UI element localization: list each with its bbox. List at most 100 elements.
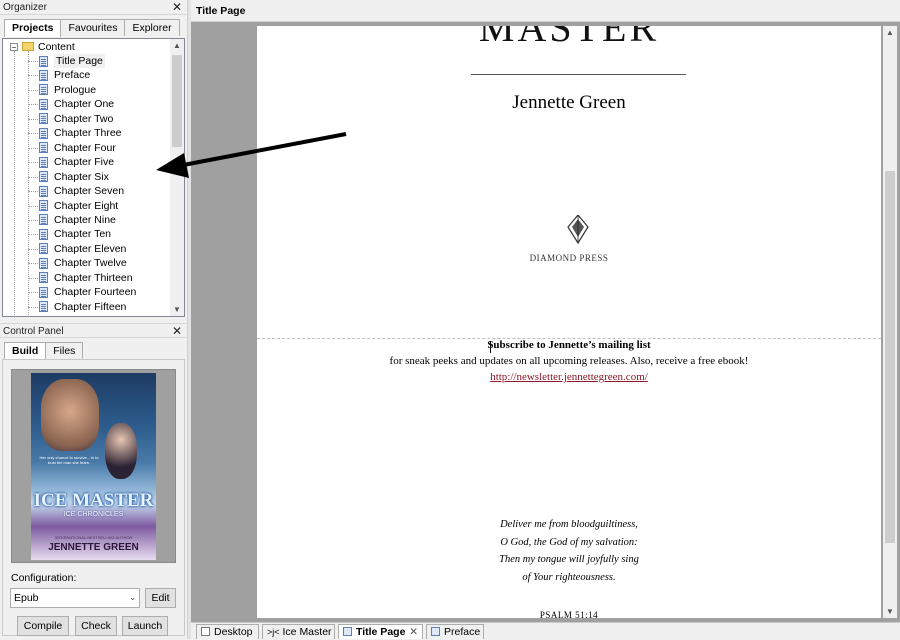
- tree-item[interactable]: Chapter Ten: [54, 227, 111, 241]
- scroll-down-icon[interactable]: ▼: [173, 305, 181, 314]
- tree-item[interactable]: Chapter Fifteen: [54, 300, 126, 314]
- tree-item[interactable]: Title Page: [54, 54, 105, 68]
- document-icon: [39, 228, 48, 240]
- tree-item[interactable]: Prologue: [54, 83, 96, 97]
- tree-scroll-thumb[interactable]: [172, 55, 182, 147]
- tree-item[interactable]: Chapter Three: [54, 126, 122, 140]
- title-divider: [471, 74, 686, 75]
- text-cursor: [490, 341, 491, 353]
- tree-item[interactable]: Chapter Sixteen: [54, 314, 129, 316]
- tree-branch-line: [28, 61, 38, 62]
- cover-tagline: Her only chance to survive... is to trus…: [39, 455, 99, 465]
- cover-byline: INTERNATIONAL BESTSELLING AUTHOR: [54, 535, 133, 540]
- tree-item[interactable]: Chapter Five: [54, 155, 114, 169]
- tree-branch-line: [28, 205, 38, 207]
- tab-files[interactable]: Files: [45, 342, 84, 359]
- tree-item[interactable]: Chapter Six: [54, 170, 109, 184]
- document-icon: [39, 214, 48, 226]
- tree-item[interactable]: Chapter Thirteen: [54, 271, 133, 285]
- verse-line: O God, the God of my salvation:: [500, 536, 638, 548]
- organizer-title: Organizer: [3, 2, 47, 13]
- subscribe-text: for sneak peeks and updates on all upcom…: [389, 355, 749, 367]
- tree-branch-line: [28, 191, 38, 193]
- cover-hero-figure: [41, 379, 99, 451]
- document-page[interactable]: MASTER Jennette Green DIAMOND PRESS Subs…: [257, 26, 881, 618]
- control-panel-title: Control Panel: [3, 326, 64, 337]
- tree-branch-line: [28, 292, 38, 294]
- document-icon: [39, 156, 48, 168]
- document-icon: [39, 286, 48, 298]
- control-panel-title-bar: Control Panel ✕: [0, 323, 186, 338]
- tree-item[interactable]: Chapter Seven: [54, 184, 124, 198]
- tree-branch-line: [28, 118, 38, 120]
- tree-branch-line: [28, 234, 38, 236]
- scroll-up-icon[interactable]: ▲: [173, 41, 181, 50]
- author-name: Jennette Green: [512, 92, 626, 113]
- editor-header: Title Page: [191, 0, 900, 22]
- tab-build[interactable]: Build: [4, 342, 47, 360]
- tree-item[interactable]: Chapter Eleven: [54, 242, 126, 256]
- tree-root-content[interactable]: Content: [38, 40, 75, 54]
- tab-desktop[interactable]: Desktop: [196, 624, 259, 639]
- configuration-label: Configuration:: [11, 572, 77, 584]
- document-icon: [39, 243, 48, 255]
- cover-title: ICE MASTER: [33, 490, 154, 511]
- editor-scrollbar[interactable]: ▲ ▼: [883, 26, 897, 618]
- tree-item[interactable]: Preface: [54, 68, 90, 82]
- cover-series: ICE CHRONICLES: [63, 511, 124, 518]
- book-title-fragment: MASTER: [478, 26, 660, 50]
- tree-branch-line: [28, 104, 38, 106]
- document-icon: [39, 69, 48, 81]
- tree-item[interactable]: Chapter Two: [54, 112, 113, 126]
- scroll-up-icon[interactable]: ▲: [886, 28, 894, 37]
- project-tree[interactable]: − Content Title Page Preface Prologue Chapt…: [2, 38, 185, 317]
- document-icon: [343, 627, 352, 636]
- verse-line: Deliver me from bloodguiltiness,: [500, 519, 638, 530]
- document-icon: [39, 98, 48, 110]
- organizer-title-bar: Organizer ✕: [0, 0, 186, 15]
- edit-button[interactable]: Edit: [145, 588, 176, 608]
- scroll-down-icon[interactable]: ▼: [886, 607, 894, 616]
- configuration-select[interactable]: Epub ⌄: [10, 588, 140, 608]
- tree-branch-line: [28, 277, 38, 279]
- tab-projects[interactable]: Projects: [4, 19, 62, 37]
- tree-item[interactable]: Chapter Four: [54, 141, 116, 155]
- document-icon: [39, 127, 48, 139]
- tree-item[interactable]: Chapter Twelve: [54, 256, 127, 270]
- tab-preface[interactable]: Preface: [426, 624, 484, 639]
- collapse-toggle-icon[interactable]: −: [10, 43, 18, 52]
- document-icon: [39, 257, 48, 269]
- check-button[interactable]: Check: [75, 616, 117, 636]
- document-icon: [431, 627, 440, 636]
- newsletter-link[interactable]: http://newsletter.jennettegreen.com/: [257, 371, 881, 383]
- tree-branch-line: [28, 147, 38, 149]
- cover-author: JENNETTE GREEN: [48, 542, 139, 553]
- organizer-close-icon[interactable]: ✕: [172, 0, 182, 14]
- tab-explorer[interactable]: Explorer: [124, 19, 180, 36]
- tab-favourites[interactable]: Favourites: [60, 19, 126, 36]
- close-tab-icon[interactable]: ✕: [409, 625, 418, 640]
- grid-icon: [201, 627, 210, 636]
- control-panel-close-icon[interactable]: ✕: [172, 324, 182, 338]
- compile-button[interactable]: Compile: [17, 616, 69, 636]
- tree-item[interactable]: Chapter Eight: [54, 199, 118, 213]
- tree-branch-line: [28, 89, 38, 91]
- tree-scrollbar[interactable]: ▲ ▼: [170, 39, 184, 316]
- document-icon: [39, 113, 48, 125]
- tree-branch-line: [28, 162, 38, 164]
- tree-branch-line: [28, 248, 38, 250]
- tree-item[interactable]: Chapter Fourteen: [54, 285, 136, 299]
- control-panel-tabs: Build Files: [4, 342, 84, 360]
- subscribe-heading: Subscribe to Jennette’s mailing list: [487, 339, 651, 351]
- tab-title-page[interactable]: Title Page ✕: [338, 624, 423, 639]
- scrivener-project-icon: >j<: [267, 627, 280, 637]
- tree-item[interactable]: Chapter One: [54, 97, 114, 111]
- verse-block: Deliver me from bloodguiltiness, O God, …: [257, 516, 881, 586]
- tab-ice-master[interactable]: >j< Ice Master: [262, 624, 335, 639]
- verse-line: Then my tongue will joyfully sing: [499, 554, 639, 565]
- tab-label: Preface: [444, 626, 481, 638]
- tree-item[interactable]: Chapter Nine: [54, 213, 116, 227]
- editor-scroll-thumb[interactable]: [885, 171, 895, 543]
- chevron-down-icon: ⌄: [129, 593, 136, 602]
- launch-button[interactable]: Launch: [122, 616, 168, 636]
